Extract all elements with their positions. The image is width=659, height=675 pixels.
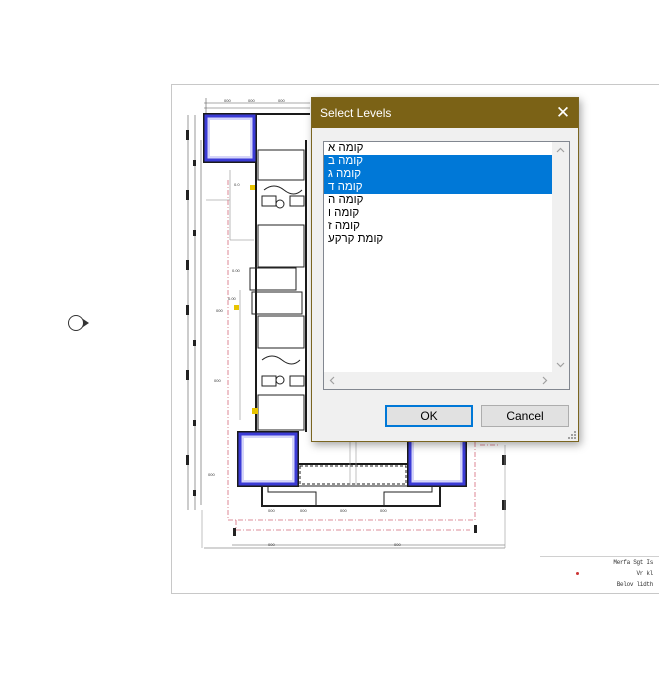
svg-text:000: 000	[214, 378, 221, 383]
chevron-left-icon[interactable]	[324, 372, 341, 389]
list-item[interactable]: קומת קרקע	[324, 233, 553, 246]
svg-text:000: 000	[224, 98, 231, 103]
list-item[interactable]: קומה א	[324, 142, 553, 155]
list-item[interactable]: קומה ו	[324, 207, 553, 220]
svg-text:000: 000	[268, 508, 275, 513]
close-icon[interactable]: ✕	[548, 98, 578, 128]
svg-text:000: 000	[300, 508, 307, 513]
title-block-line: Merfa Sgt Is	[613, 559, 653, 566]
svg-text:0.00: 0.00	[232, 268, 241, 273]
scrollbar-corner	[552, 372, 569, 389]
chevron-down-icon[interactable]	[552, 356, 569, 373]
svg-text:000: 000	[394, 542, 401, 547]
svg-text:000: 000	[380, 508, 387, 513]
svg-text:000: 000	[268, 542, 275, 547]
title-block: Merfa Sgt Is Vr kl Belov lidth	[540, 556, 659, 595]
list-item[interactable]: קומה ג	[324, 168, 553, 181]
chevron-right-icon[interactable]	[536, 372, 553, 389]
list-item[interactable]: קומה ז	[324, 220, 553, 233]
svg-text:000: 000	[278, 98, 285, 103]
dialog-titlebar[interactable]: Select Levels ✕	[312, 98, 578, 128]
svg-text:0.00: 0.00	[228, 296, 237, 301]
svg-text:000: 000	[208, 472, 215, 477]
ok-button[interactable]: OK	[385, 405, 473, 427]
svg-text:000: 000	[340, 508, 347, 513]
title-block-line: Vr kl	[636, 570, 653, 577]
list-item[interactable]: קומה ה	[324, 194, 553, 207]
svg-text:0.0: 0.0	[234, 182, 240, 187]
vertical-scrollbar[interactable]	[552, 142, 569, 373]
dialog-title: Select Levels	[320, 106, 392, 120]
title-block-marker	[576, 572, 579, 575]
svg-text:000: 000	[248, 98, 255, 103]
cancel-button[interactable]: Cancel	[481, 405, 569, 427]
horizontal-scrollbar[interactable]	[324, 372, 553, 389]
resize-grip-icon[interactable]	[567, 430, 576, 439]
list-item[interactable]: קומה ב	[324, 155, 553, 168]
chevron-up-icon[interactable]	[552, 142, 569, 159]
title-block-line: Belov lidth	[616, 581, 654, 588]
select-levels-dialog: Select Levels ✕ קומה א קומה ב קומה ג קומ…	[311, 97, 579, 442]
levels-list: קומה א קומה ב קומה ג קומה ד קומה ה קומה …	[324, 142, 569, 246]
list-item[interactable]: קומה ד	[324, 181, 553, 194]
levels-listbox[interactable]: קומה א קומה ב קומה ג קומה ד קומה ה קומה …	[323, 141, 570, 390]
svg-text:000: 000	[216, 308, 223, 313]
